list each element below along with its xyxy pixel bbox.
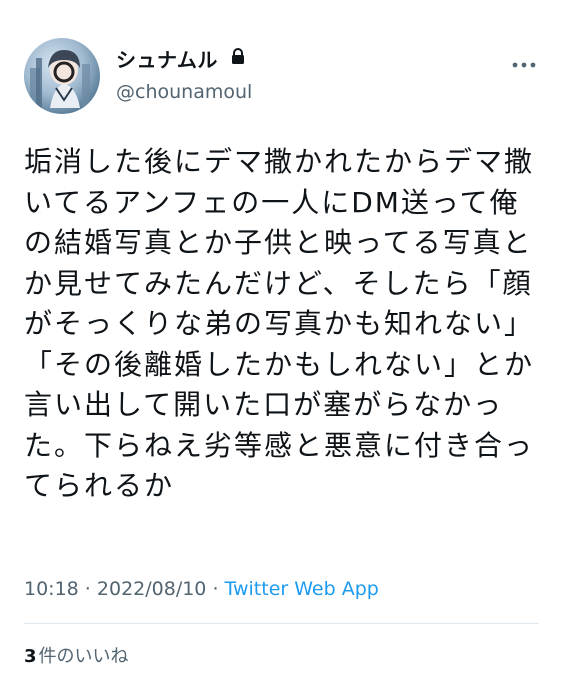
tweet-metadata: 10:18 · 2022/08/10 · Twitter Web App: [24, 578, 379, 600]
divider: [24, 623, 539, 624]
avatar-image: [30, 50, 90, 108]
tweet-time[interactable]: 10:18: [24, 578, 79, 600]
tweet-date[interactable]: 2022/08/10: [97, 578, 207, 600]
likes-stat[interactable]: 3 件のいいね: [24, 642, 129, 668]
author-names: シュナムル @chounamoul: [116, 44, 252, 103]
likes-label: 件のいいね: [38, 646, 129, 667]
user-handle[interactable]: @chounamoul: [116, 81, 252, 103]
more-options-icon[interactable]: [511, 54, 537, 68]
meta-separator: ·: [78, 578, 97, 600]
tweet-text: 垢消した後にデマ撒かれたからデマ撒いてるアンフェの一人にDM送って俺の結婚写真と…: [24, 145, 535, 502]
avatar[interactable]: [24, 38, 100, 114]
source-app-link[interactable]: Twitter Web App: [225, 578, 379, 600]
meta-separator: ·: [206, 578, 225, 600]
display-name[interactable]: シュナムル: [116, 44, 218, 73]
likes-count: 3: [24, 646, 37, 667]
tweet-header: シュナムル @chounamoul: [24, 38, 539, 114]
lock-icon: [231, 48, 245, 69]
